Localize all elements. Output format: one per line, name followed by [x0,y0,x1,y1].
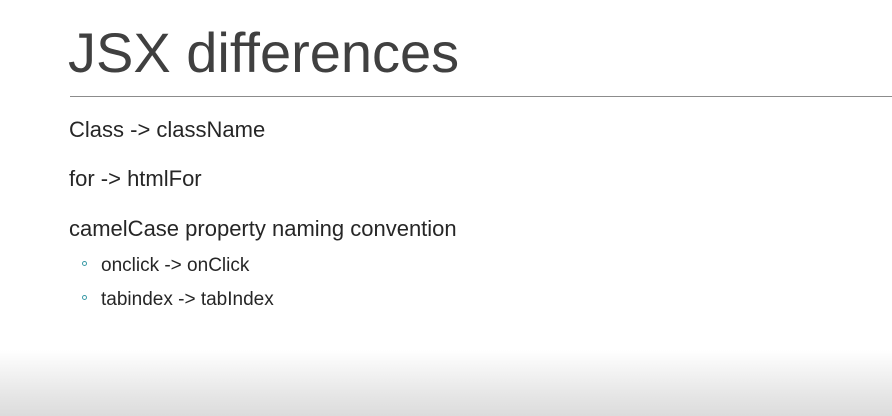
bullet-camelcase-convention: camelCase property naming convention [69,216,457,241]
subbullet-onclick: onclick -> onClick [82,254,249,278]
circle-bullet-icon [82,260,87,266]
subbullet-onclick-text: onclick -> onClick [101,255,250,276]
subbullet-tabindex: tabindex -> tabIndex [82,288,274,312]
bottom-gradient-bar [0,350,892,416]
bullet-class-classname: Class -> className [69,117,266,142]
bullet-for-htmlfor: for -> htmlFor [69,166,202,191]
subbullet-tabindex-text: tabindex -> tabIndex [101,289,274,310]
slide-title: JSX differences [68,21,460,84]
title-divider [70,96,892,97]
slide: JSX differences Class -> className for -… [0,0,892,416]
circle-bullet-icon [82,294,87,300]
